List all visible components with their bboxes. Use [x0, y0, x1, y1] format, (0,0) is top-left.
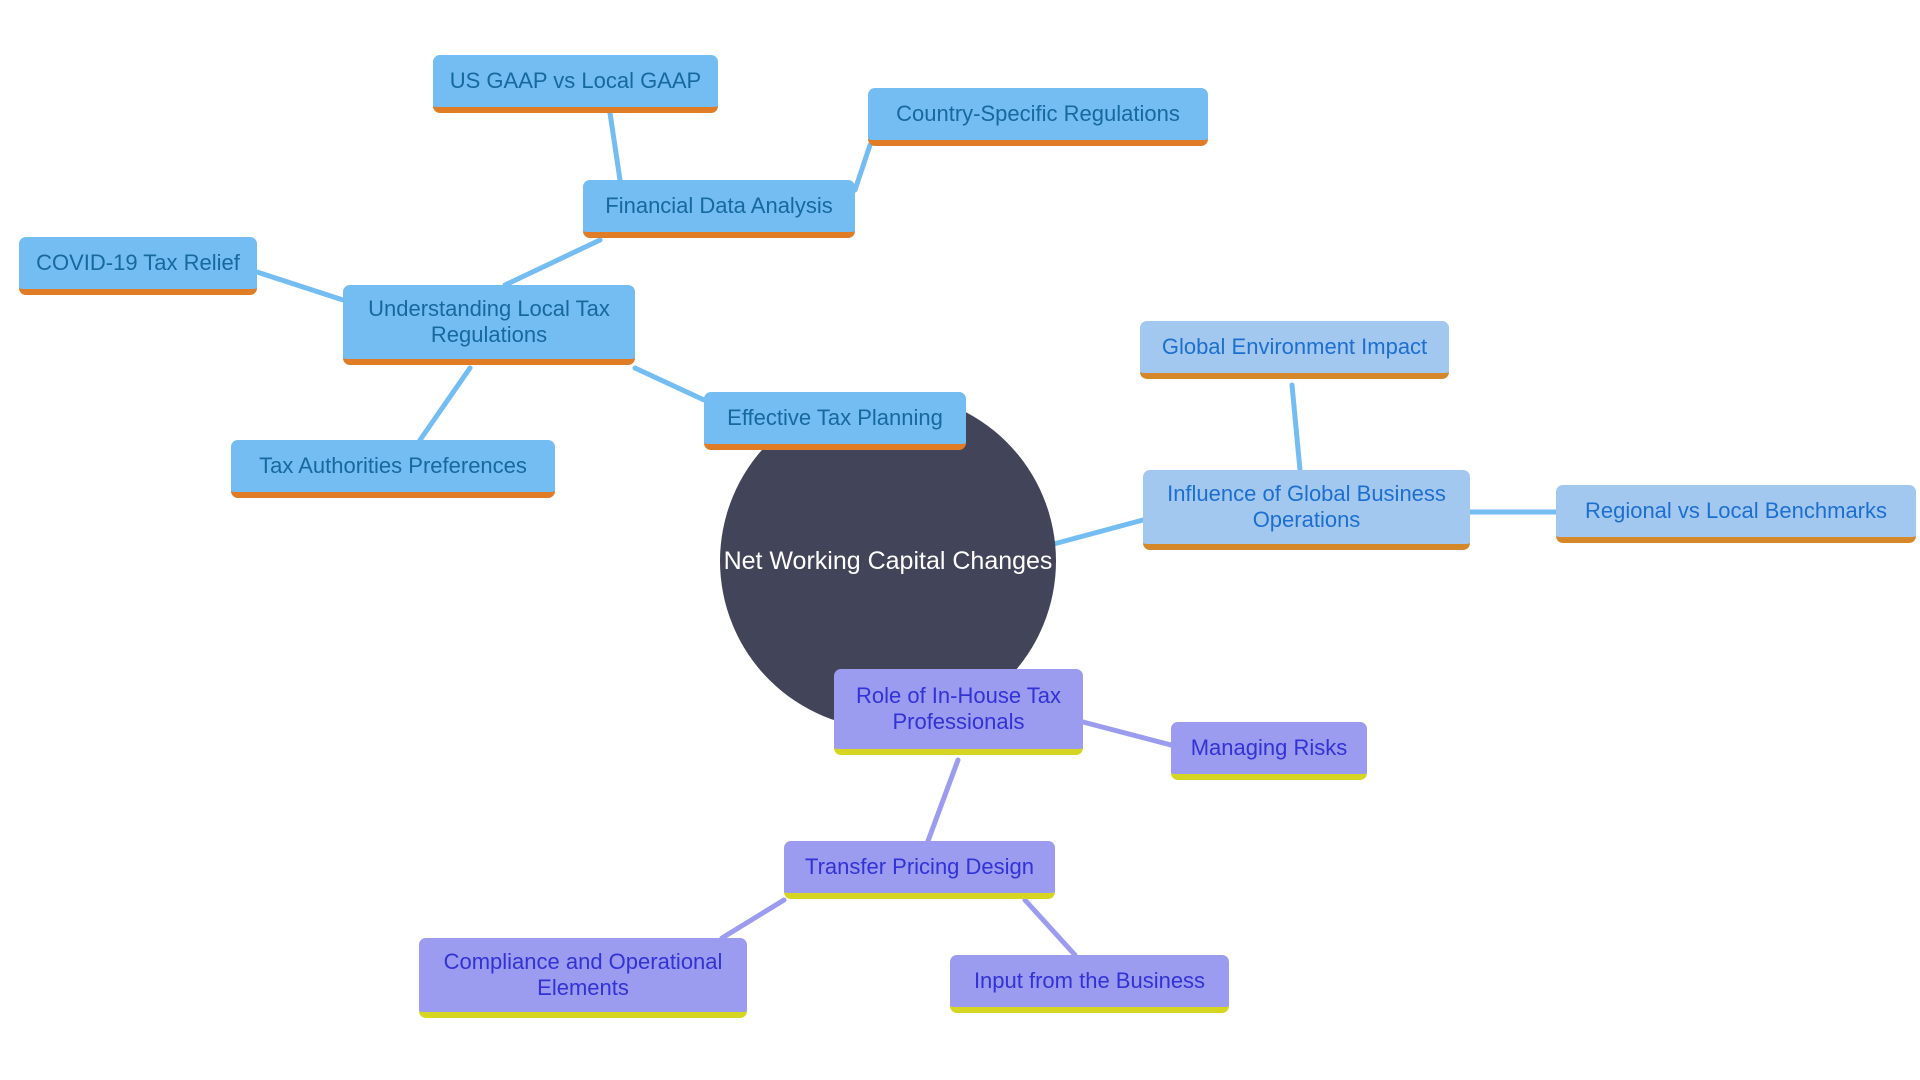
- node-label-us-gaap-vs-local-gaap: US GAAP vs Local GAAP: [449, 68, 702, 94]
- node-label-country-specific-regulations: Country-Specific Regulations: [896, 101, 1180, 127]
- node-transfer-pricing-design[interactable]: Transfer Pricing Design: [784, 841, 1055, 899]
- node-label-covid-19-tax-relief: COVID-19 Tax Relief: [36, 250, 240, 276]
- edge-role-managing: [1080, 719, 1174, 748]
- edge-role-transfer: [925, 757, 961, 844]
- node-label-tax-authorities-preferences: Tax Authorities Preferences: [259, 453, 527, 479]
- node-managing-risks[interactable]: Managing Risks: [1171, 722, 1367, 780]
- node-label-influence-of-global-business-operations: Influence of Global Business Operations: [1167, 481, 1446, 532]
- node-influence-of-global-business-operations[interactable]: Influence of Global Business Operations: [1143, 470, 1470, 550]
- node-label-effective-tax-planning: Effective Tax Planning: [727, 405, 943, 431]
- node-label-financial-data-analysis: Financial Data Analysis: [605, 193, 833, 219]
- node-label-understanding-local-tax-regulations: Understanding Local Tax Regulations: [368, 296, 610, 347]
- edge-understanding-tax-auth: [417, 365, 473, 443]
- node-country-specific-regulations[interactable]: Country-Specific Regulations: [868, 88, 1208, 146]
- edge-transfer-compliance: [719, 897, 787, 941]
- edge-transfer-input: [1022, 897, 1078, 958]
- node-covid-19-tax-relief[interactable]: COVID-19 Tax Relief: [19, 237, 257, 295]
- node-financial-data-analysis[interactable]: Financial Data Analysis: [583, 180, 855, 238]
- node-global-environment-impact[interactable]: Global Environment Impact: [1140, 321, 1449, 379]
- edge-understanding-covid: [254, 269, 346, 303]
- edge-understanding-financial: [502, 237, 603, 288]
- node-effective-tax-planning[interactable]: Effective Tax Planning: [704, 392, 966, 450]
- node-input-from-the-business[interactable]: Input from the Business: [950, 955, 1229, 1013]
- node-understanding-local-tax-regulations[interactable]: Understanding Local Tax Regulations: [343, 285, 635, 365]
- edge-influence-global-env: [1289, 382, 1303, 473]
- mind-map-canvas: Net Working Capital Changes US GAAP vs L…: [0, 0, 1920, 1080]
- node-us-gaap-vs-local-gaap[interactable]: US GAAP vs Local GAAP: [433, 55, 718, 113]
- node-label-regional-vs-local-benchmarks: Regional vs Local Benchmarks: [1584, 498, 1888, 524]
- node-regional-vs-local-benchmarks[interactable]: Regional vs Local Benchmarks: [1556, 485, 1916, 543]
- edge-financial-usgaap: [607, 110, 623, 183]
- node-tax-authorities-preferences[interactable]: Tax Authorities Preferences: [231, 440, 555, 498]
- node-label-input-from-the-business: Input from the Business: [973, 968, 1206, 994]
- root-node-label: Net Working Capital Changes: [723, 546, 1053, 575]
- node-compliance-and-operational-elements[interactable]: Compliance and Operational Elements: [419, 938, 747, 1018]
- node-label-role-of-in-house-tax-professionals: Role of In-House Tax Professionals: [855, 683, 1062, 734]
- edge-root-influence: [1047, 517, 1146, 548]
- node-label-global-environment-impact: Global Environment Impact: [1161, 334, 1428, 360]
- node-label-managing-risks: Managing Risks: [1190, 735, 1348, 761]
- edge-effective-understanding: [632, 365, 707, 403]
- node-role-of-in-house-tax-professionals[interactable]: Role of In-House Tax Professionals: [834, 669, 1083, 755]
- edge-financial-country: [852, 142, 873, 193]
- node-label-transfer-pricing-design: Transfer Pricing Design: [804, 854, 1035, 880]
- node-label-compliance-and-operational-elements: Compliance and Operational Elements: [443, 949, 723, 1000]
